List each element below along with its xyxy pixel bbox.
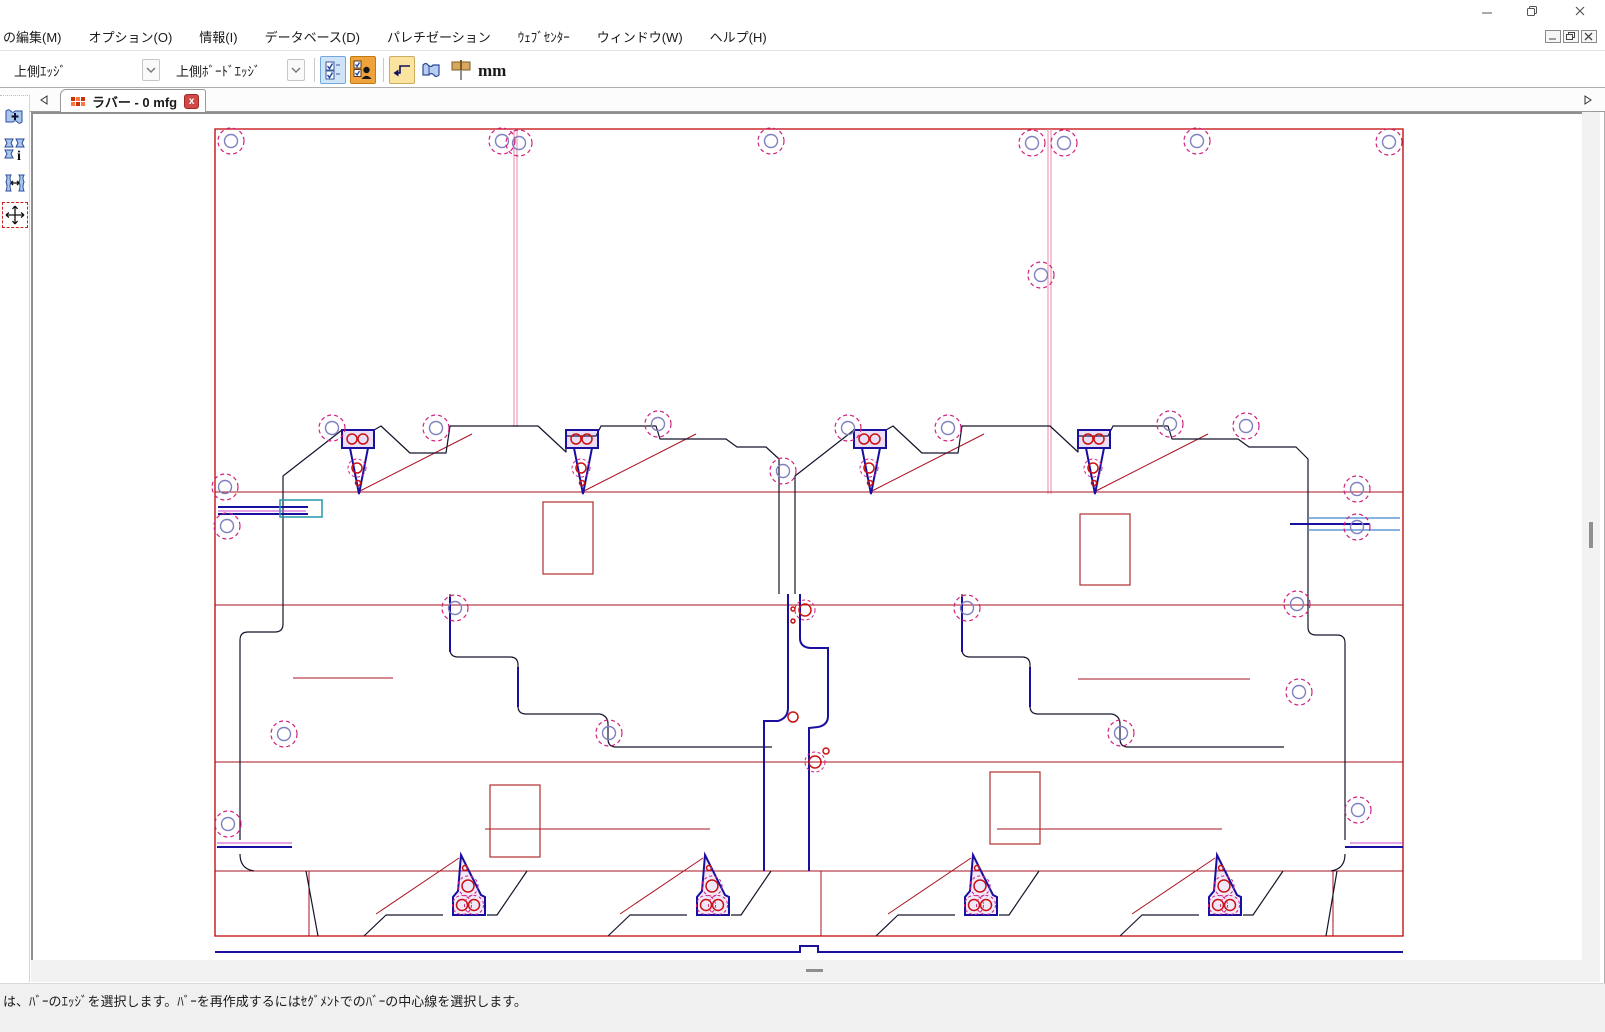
horizontal-scrollbar[interactable] xyxy=(31,960,1600,982)
menu-help[interactable]: ヘルプ(H) xyxy=(710,23,767,50)
application-window: の編集(M) オプション(O) 情報(I) データベース(D) パレチゼーション… xyxy=(0,0,1605,1032)
pan-move-icon xyxy=(5,205,25,225)
tab-scroll-right-button[interactable] xyxy=(1580,92,1596,108)
menu-bar: の編集(M) オプション(O) 情報(I) データベース(D) パレチゼーション… xyxy=(0,22,1605,50)
close-icon xyxy=(1584,32,1594,41)
mdi-close-button[interactable] xyxy=(1581,30,1597,43)
title-bar xyxy=(0,0,1605,22)
window-close-button[interactable] xyxy=(1563,2,1597,20)
toolbar-separator xyxy=(314,58,315,82)
board-edge-selector-combobox[interactable]: 上側ﾎﾞｰﾄﾞｴｯｼﾞ xyxy=(162,57,305,83)
status-bar: は、ﾊﾞｰのｴｯｼﾞを選択します。ﾊﾞｰを再作成するにはｾｸﾞﾒﾝﾄでのﾊﾞｰの… xyxy=(0,983,1605,1032)
menu-window[interactable]: ウィンドウ(W) xyxy=(597,23,683,50)
pin-probe-icon xyxy=(450,59,472,81)
vertical-scrollbar-thumb[interactable] xyxy=(1589,522,1593,548)
board-info-icon: i xyxy=(4,137,26,161)
edge-selector-value: 上側ｴｯｼﾞ xyxy=(0,61,142,80)
vertical-scrollbar[interactable] xyxy=(1582,112,1600,960)
board-edge-selector-value: 上側ﾎﾞｰﾄﾞｴｯｼﾞ xyxy=(162,61,287,80)
breakaway-tabs[interactable] xyxy=(342,430,1241,915)
menu-edit[interactable]: の編集(M) xyxy=(3,23,62,50)
drill-markers[interactable] xyxy=(347,434,1240,915)
unit-label: mm xyxy=(478,61,506,81)
document-tab-bar: ラバー - 0 mfg x xyxy=(0,88,1605,112)
chevron-down-icon[interactable] xyxy=(142,59,160,81)
svg-text:i: i xyxy=(17,149,21,161)
tab-scroll-left-button[interactable] xyxy=(36,92,52,108)
toolbar-separator xyxy=(383,58,384,82)
panel-boards-icon xyxy=(421,61,443,79)
tab-label: ラバー - 0 mfg xyxy=(92,92,177,111)
pan-tool-button[interactable] xyxy=(2,202,28,228)
board-outlines[interactable] xyxy=(240,426,1345,936)
check-list-button[interactable] xyxy=(320,56,346,84)
minimize-icon xyxy=(1481,5,1493,17)
panel-boards-button[interactable] xyxy=(419,56,445,84)
triangle-left-icon xyxy=(40,95,48,105)
toolbar: 上側ｴｯｼﾞ 上側ﾎﾞｰﾄﾞｴｯｼﾞ xyxy=(0,50,1605,88)
mfg-document-icon xyxy=(71,97,85,106)
tab-close-button[interactable]: x xyxy=(184,94,199,109)
mdi-restore-button[interactable] xyxy=(1563,30,1579,43)
minimize-icon xyxy=(1548,32,1558,41)
close-icon xyxy=(1574,5,1586,17)
board-distance-button[interactable] xyxy=(2,170,28,196)
reverse-direction-button[interactable] xyxy=(389,56,415,84)
menu-palletization[interactable]: パレチゼーション xyxy=(387,23,491,50)
board-distance-icon xyxy=(4,173,26,193)
menu-options[interactable]: オプション(O) xyxy=(89,23,173,50)
mdi-minimize-button[interactable] xyxy=(1545,30,1561,43)
tab-rubber-mfg[interactable]: ラバー - 0 mfg x xyxy=(60,89,206,112)
menu-database[interactable]: データベース(D) xyxy=(265,23,360,50)
panelization-drawing xyxy=(33,114,1582,960)
edge-selector-combobox[interactable]: 上側ｴｯｼﾞ xyxy=(0,57,160,83)
chevron-down-icon[interactable] xyxy=(287,59,305,81)
restore-icon xyxy=(1526,5,1538,17)
zoom-to-board-icon xyxy=(4,107,26,127)
check-list-user-button[interactable] xyxy=(350,56,376,84)
check-list-icon xyxy=(324,60,342,80)
mdi-window-controls xyxy=(1545,30,1597,43)
pin-probe-button[interactable] xyxy=(448,56,474,84)
triangle-right-icon xyxy=(1584,95,1592,105)
cad-canvas[interactable] xyxy=(31,112,1582,960)
window-restore-button[interactable] xyxy=(1515,2,1549,20)
fiducial-holes[interactable] xyxy=(212,128,1402,837)
check-list-user-icon xyxy=(353,60,373,80)
tool-sidebar: i xyxy=(0,95,30,982)
restore-icon xyxy=(1566,32,1576,41)
board-info-button[interactable]: i xyxy=(2,136,28,162)
horizontal-scrollbar-thumb[interactable] xyxy=(806,969,823,972)
menu-info[interactable]: 情報(I) xyxy=(199,23,237,50)
menu-webcenter[interactable]: ｳｪﾌﾞｾﾝﾀｰ xyxy=(518,23,570,50)
zoom-to-board-button[interactable] xyxy=(2,104,28,130)
reverse-arrow-icon xyxy=(392,63,412,77)
status-message: は、ﾊﾞｰのｴｯｼﾞを選択します。ﾊﾞｰを再作成するにはｾｸﾞﾒﾝﾄでのﾊﾞｰの… xyxy=(3,991,527,1010)
window-minimize-button[interactable] xyxy=(1470,2,1504,20)
